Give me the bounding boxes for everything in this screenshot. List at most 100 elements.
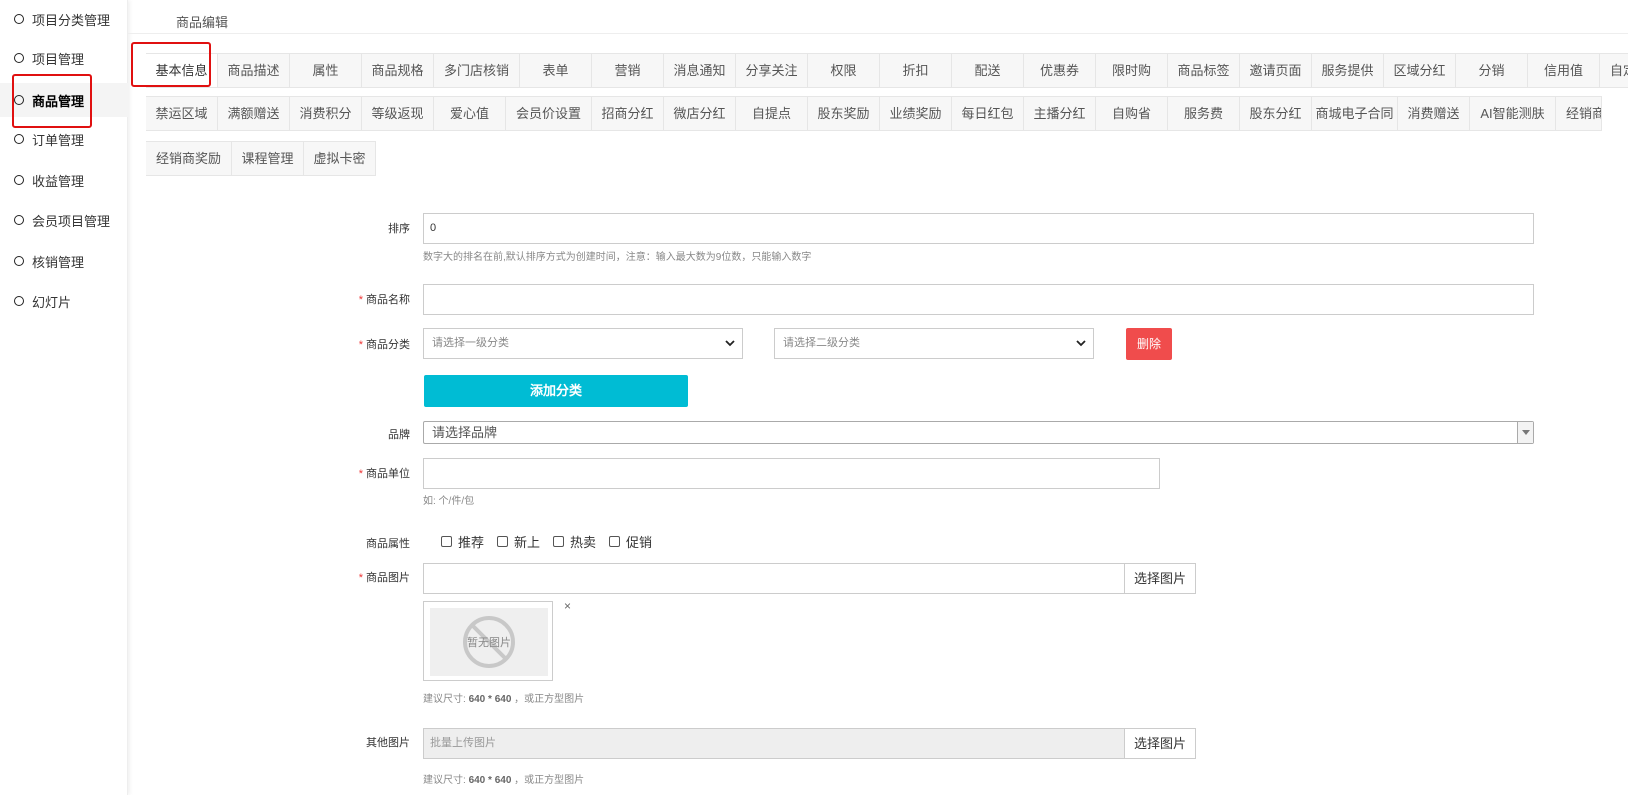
tab-multi-store[interactable]: 多门店核销 bbox=[434, 54, 520, 88]
no-image-text: 暂无图片 bbox=[467, 636, 511, 649]
tab-specs[interactable]: 商品规格 bbox=[362, 54, 434, 88]
tab-daily-redpacket[interactable]: 每日红包 bbox=[952, 97, 1024, 131]
sidebar-item-revenue[interactable]: 收益管理 bbox=[0, 163, 128, 197]
tab-notifications[interactable]: 消息通知 bbox=[664, 54, 736, 88]
tab-credit[interactable]: 信用值 bbox=[1528, 54, 1600, 88]
attr-hot[interactable]: 热卖 bbox=[553, 532, 596, 551]
hint-prefix: 建议尺寸: bbox=[423, 775, 469, 786]
tab-service-fee[interactable]: 服务费 bbox=[1168, 97, 1240, 131]
tab-shareholder-dividend[interactable]: 股东分红 bbox=[1240, 97, 1312, 131]
unit-label-text: 商品单位 bbox=[366, 468, 410, 480]
sidebar-item-label: 收益管理 bbox=[32, 173, 85, 189]
tab-virtual-card[interactable]: 虚拟卡密 bbox=[304, 142, 376, 176]
attr-recommend[interactable]: 推荐 bbox=[441, 532, 484, 551]
brand-select[interactable]: 请选择品牌 bbox=[423, 421, 1534, 444]
tab-custom[interactable]: 自定 bbox=[1600, 54, 1628, 88]
tab-consume-gift[interactable]: 消费赠送 bbox=[1398, 97, 1470, 131]
tab-dealer-reward-truncated[interactable]: 经销商奖 bbox=[1556, 97, 1602, 131]
delete-category-button[interactable]: 删除 bbox=[1126, 328, 1172, 360]
sidebar-item-project[interactable]: 项目管理 bbox=[0, 41, 128, 75]
hint-prefix: 建议尺寸: bbox=[423, 694, 469, 705]
chevron-down-icon bbox=[1076, 340, 1086, 347]
sidebar-item-label: 订单管理 bbox=[32, 132, 85, 148]
tab-restricted-area[interactable]: 禁运区域 bbox=[146, 97, 218, 131]
tab-course-management[interactable]: 课程管理 bbox=[232, 142, 304, 176]
checkbox[interactable] bbox=[553, 536, 564, 547]
tab-discount[interactable]: 折扣 bbox=[880, 54, 952, 88]
tab-anchor-dividend[interactable]: 主播分红 bbox=[1024, 97, 1096, 131]
tab-region-dividend[interactable]: 区域分红 bbox=[1384, 54, 1456, 88]
attributes-label: 商品属性 bbox=[290, 535, 410, 551]
close-icon[interactable]: × bbox=[564, 599, 571, 613]
sort-input[interactable]: 0 bbox=[423, 213, 1534, 244]
other-images-label: 其他图片 bbox=[290, 734, 410, 750]
sort-label-text: 排序 bbox=[388, 223, 410, 235]
tab-form[interactable]: 表单 bbox=[520, 54, 592, 88]
tab-tags[interactable]: 商品标签 bbox=[1168, 54, 1240, 88]
tab-row-1: 基本信息 商品描述 属性 商品规格 多门店核销 表单 营销 消息通知 分享关注 … bbox=[146, 53, 1628, 88]
tab-coupons[interactable]: 优惠券 bbox=[1024, 54, 1096, 88]
attr-promo[interactable]: 促销 bbox=[609, 532, 652, 551]
checkbox-label: 推荐 bbox=[458, 535, 485, 550]
tab-basic-info[interactable]: 基本信息 bbox=[146, 54, 218, 88]
circle-icon bbox=[14, 175, 24, 185]
main-content: 商品编辑 基本信息 商品描述 属性 商品规格 多门店核销 表单 营销 消息通知 … bbox=[128, 0, 1628, 795]
tab-marketing[interactable]: 营销 bbox=[592, 54, 664, 88]
tab-e-contract[interactable]: 商城电子合同 bbox=[1312, 97, 1398, 131]
name-label: * 商品名称 bbox=[290, 291, 410, 307]
checkbox[interactable] bbox=[441, 536, 452, 547]
tab-performance-reward[interactable]: 业绩奖励 bbox=[880, 97, 952, 131]
tab-dealer-reward[interactable]: 经销商奖励 bbox=[146, 142, 232, 176]
tab-permissions[interactable]: 权限 bbox=[808, 54, 880, 88]
add-category-button[interactable]: 添加分类 bbox=[424, 375, 688, 407]
checkbox[interactable] bbox=[497, 536, 508, 547]
checkbox-label: 热卖 bbox=[570, 535, 597, 550]
tab-row-2: 禁运区域 满额赠送 消费积分 等级返现 爱心值 会员价设置 招商分红 微店分红 … bbox=[146, 96, 1602, 131]
primary-category-select[interactable]: 请选择一级分类 bbox=[423, 328, 743, 359]
sidebar-item-goods[interactable]: 商品管理 bbox=[0, 83, 128, 117]
tab-points[interactable]: 消费积分 bbox=[290, 97, 362, 131]
tab-microstore-dividend[interactable]: 微店分红 bbox=[664, 97, 736, 131]
secondary-category-select[interactable]: 请选择二级分类 bbox=[774, 328, 1094, 359]
page-header: 商品编辑 bbox=[128, 0, 1628, 34]
attributes-label-text: 商品属性 bbox=[366, 538, 410, 550]
page-title: 商品编辑 bbox=[176, 15, 229, 30]
tab-shareholder-reward[interactable]: 股东奖励 bbox=[808, 97, 880, 131]
tab-distribution[interactable]: 分销 bbox=[1456, 54, 1528, 88]
category-label: * 商品分类 bbox=[290, 336, 410, 352]
tab-member-price[interactable]: 会员价设置 bbox=[506, 97, 592, 131]
tab-delivery[interactable]: 配送 bbox=[952, 54, 1024, 88]
tab-attributes[interactable]: 属性 bbox=[290, 54, 362, 88]
checkbox[interactable] bbox=[609, 536, 620, 547]
other-images-hint: 建议尺寸: 640 * 640 ，或正方型图片 bbox=[423, 771, 584, 786]
tab-merchant-dividend[interactable]: 招商分红 bbox=[592, 97, 664, 131]
sidebar-item-member-project[interactable]: 会员项目管理 bbox=[0, 203, 128, 237]
tab-goods-description[interactable]: 商品描述 bbox=[218, 54, 290, 88]
tab-row-3: 经销商奖励 课程管理 虚拟卡密 bbox=[146, 141, 376, 176]
tab-pickup-point[interactable]: 自提点 bbox=[736, 97, 808, 131]
sidebar-item-project-category[interactable]: 项目分类管理 bbox=[0, 2, 128, 36]
attr-new[interactable]: 新上 bbox=[497, 532, 540, 551]
sidebar-item-orders[interactable]: 订单管理 bbox=[0, 122, 128, 156]
tab-invite-page[interactable]: 邀请页面 bbox=[1240, 54, 1312, 88]
tab-full-gift[interactable]: 满额赠送 bbox=[218, 97, 290, 131]
tab-share[interactable]: 分享关注 bbox=[736, 54, 808, 88]
tab-flash-sale[interactable]: 限时购 bbox=[1096, 54, 1168, 88]
choose-image-button[interactable]: 选择图片 bbox=[1124, 563, 1196, 594]
tab-level-cashback[interactable]: 等级返现 bbox=[362, 97, 434, 131]
goods-name-input[interactable] bbox=[423, 284, 1534, 315]
tab-service[interactable]: 服务提供 bbox=[1312, 54, 1384, 88]
image-label: * 商品图片 bbox=[290, 569, 410, 585]
other-images-label-text: 其他图片 bbox=[366, 737, 410, 749]
choose-other-images-button[interactable]: 选择图片 bbox=[1124, 728, 1196, 759]
other-images-input: 批量上传图片 bbox=[423, 728, 1125, 759]
unit-input[interactable] bbox=[423, 458, 1160, 489]
tab-self-purchase[interactable]: 自购省 bbox=[1096, 97, 1168, 131]
sidebar-item-label: 项目管理 bbox=[32, 51, 85, 67]
sidebar-item-slides[interactable]: 幻灯片 bbox=[0, 284, 128, 318]
tab-love-value[interactable]: 爱心值 bbox=[434, 97, 506, 131]
sidebar-item-verification[interactable]: 核销管理 bbox=[0, 244, 128, 278]
tab-ai-skin-test[interactable]: AI智能测肤 bbox=[1470, 97, 1556, 131]
image-path-input[interactable] bbox=[423, 563, 1125, 594]
sort-hint: 数字大的排名在前,默认排序方式为创建时间，注意：输入最大数为9位数，只能输入数字 bbox=[423, 252, 812, 263]
